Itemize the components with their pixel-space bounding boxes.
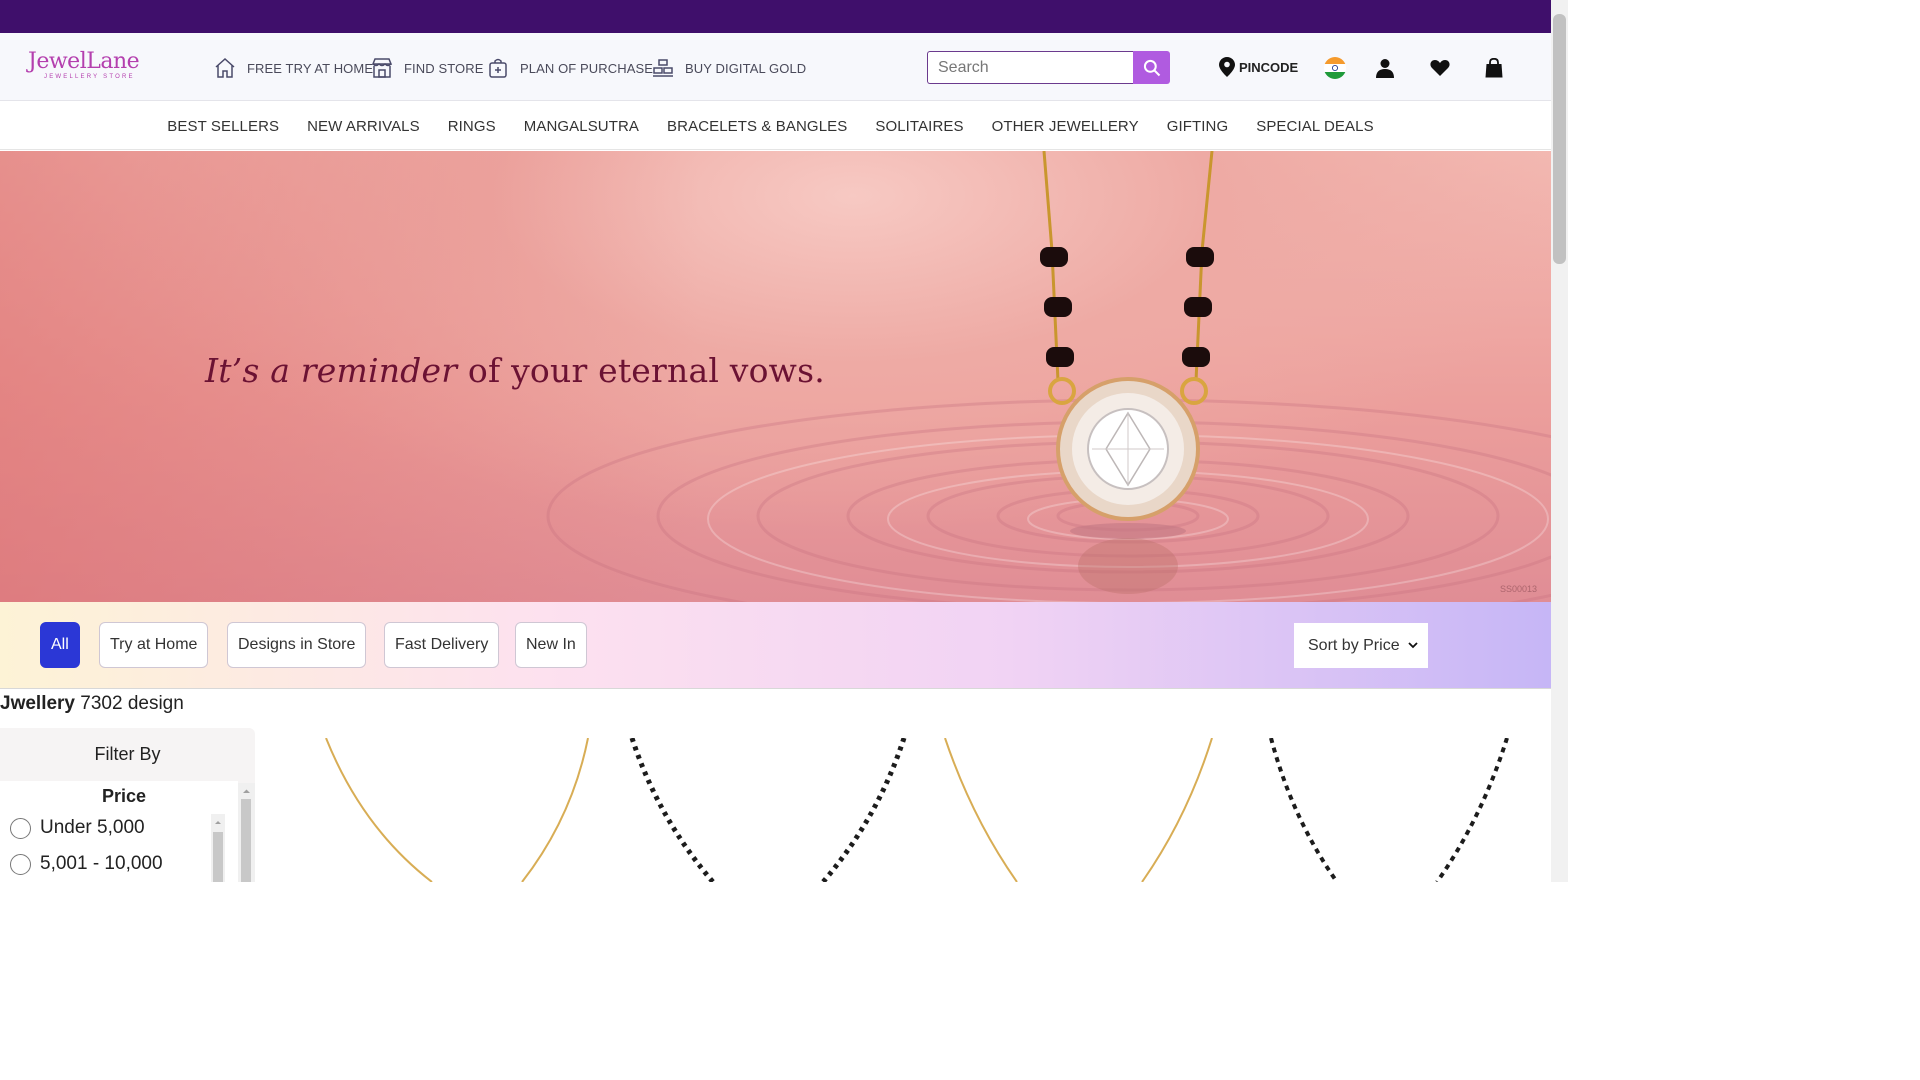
results-category: Jwellery [0,693,75,714]
main-nav: BEST SELLERS NEW ARRIVALS RINGS MANGALSU… [0,102,1551,150]
nav-special-deals[interactable]: SPECIAL DEALS [1256,118,1373,135]
location-pin-icon [1219,57,1235,77]
price-filter-title: Price [101,786,147,806]
search-bar [927,51,1170,84]
product-card-black-bead-mangalsutra[interactable] [628,738,908,882]
price-filter-panel: Price Under 5,000 5,001 - 10,000 [0,781,238,882]
gold-bars-icon [653,59,673,77]
chip-all[interactable]: All [40,622,80,668]
home-icon [215,57,235,78]
product-card-mangalsutra-chain[interactable] [1267,738,1512,882]
find-store-label: FIND STORE [404,60,484,76]
chip-new-in[interactable]: New In [515,622,587,668]
store-icon [371,58,393,78]
nav-new-arrivals[interactable]: NEW ARRIVALS [307,118,420,135]
banner-headline: It’s a reminder of your eternal vows. [205,351,825,390]
page-scrollbar[interactable] [1551,0,1568,882]
banner-code: SS00013 [1499,584,1537,594]
buy-digital-gold-link[interactable]: BUY DIGITAL GOLD [651,55,806,81]
shopping-bag-icon [1485,58,1503,78]
filter-title: Filter By [94,744,161,764]
chip-try-at-home[interactable]: Try at Home [99,622,209,668]
buy-digital-gold-label: BUY DIGITAL GOLD [685,60,807,76]
banner-headline-italic: It’s a reminder [205,351,458,390]
country-selector[interactable] [1322,55,1348,81]
nav-rings[interactable]: RINGS [448,118,496,135]
chip-designs-in-store[interactable]: Designs in Store [227,622,367,668]
price-option-label: Under 5,000 [40,817,145,838]
search-button[interactable] [1133,51,1170,84]
nav-other-jewellery[interactable]: OTHER JEWELLERY [992,118,1139,135]
pincode-label: PINCODE [1239,59,1299,75]
account-button[interactable] [1372,55,1398,81]
cart-button[interactable] [1481,55,1507,81]
top-announcement-bar [0,0,1551,33]
free-try-at-home-label: FREE TRY AT HOME [247,60,374,76]
filter-sidebar-scrollbar[interactable] [238,783,255,882]
pincode-selector[interactable]: PINCODE [1219,57,1298,77]
product-grid [262,738,1551,882]
find-store-link[interactable]: FIND STORE [370,55,484,81]
price-list-scrollbar[interactable] [211,814,225,882]
nav-best-sellers[interactable]: BEST SELLERS [167,118,279,135]
plan-of-purchase-link[interactable]: PLAN OF PURCHASE [486,55,653,81]
price-radio[interactable] [10,853,31,875]
results-count-text: 7302 design [80,693,184,714]
price-option-under-5000[interactable]: Under 5,000 [10,817,145,839]
chevron-down-icon [1408,642,1418,649]
nav-gifting[interactable]: GIFTING [1167,118,1229,135]
site-header: JewelLane JEWELLERY STORE FREE TRY AT HO… [0,33,1551,101]
chip-fast-delivery[interactable]: Fast Delivery [384,622,500,668]
page-scrollbar-thumb[interactable] [1553,14,1566,264]
plan-of-purchase-label: PLAN OF PURCHASE [520,60,654,76]
price-option-5001-10000[interactable]: 5,001 - 10,000 [10,853,163,875]
filter-sidebar: Filter By Price Under 5,000 5,001 - 10,0… [0,728,255,882]
brand-tagline: JEWELLERY STORE [44,74,135,80]
nav-mangalsutra[interactable]: MANGALSUTRA [524,118,639,135]
scroll-up-arrow-icon [243,789,250,793]
banner-headline-rest: of your eternal vows. [457,351,825,390]
product-card-gold-chain-pendant[interactable] [942,738,1217,882]
gift-bag-icon [489,58,507,78]
nav-solitaires[interactable]: SOLITAIRES [875,118,963,135]
price-radio[interactable] [10,817,31,839]
india-flag-icon [1324,57,1346,79]
product-card-gold-chain[interactable] [322,738,592,882]
scroll-up-arrow-icon [215,821,221,824]
quick-filter-bar: All Try at Home Designs in Store Fast De… [0,602,1551,689]
nav-bracelets-bangles[interactable]: BRACELETS & BANGLES [667,118,847,135]
hero-banner[interactable]: It’s a reminder of your eternal vows. SS… [0,151,1551,602]
price-option-label: 5,001 - 10,000 [40,853,163,874]
sort-select[interactable]: Sort by Price [1294,623,1428,668]
results-count: Jwellery 7302 design [0,693,184,715]
wishlist-button[interactable] [1427,55,1453,81]
search-icon [1143,59,1160,76]
mangalsutra-pendant-image [1040,151,1214,594]
heart-icon [1430,60,1450,76]
sort-selected-label: Sort by Price [1308,636,1400,654]
search-input[interactable] [927,51,1133,84]
free-try-at-home-link[interactable]: FREE TRY AT HOME [213,55,373,81]
user-icon [1376,59,1394,78]
brand-name: JewelLane [28,49,140,74]
brand-logo[interactable]: JewelLane JEWELLERY STORE [28,49,140,89]
